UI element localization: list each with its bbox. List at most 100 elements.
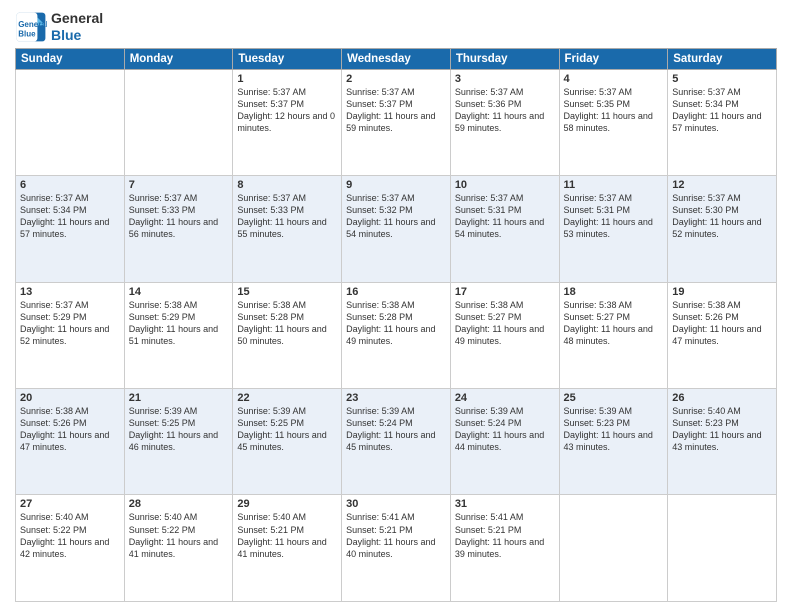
day-info: Sunrise: 5:38 AM Sunset: 5:28 PM Dayligh… bbox=[237, 299, 337, 348]
calendar-cell: 3Sunrise: 5:37 AM Sunset: 5:36 PM Daylig… bbox=[450, 69, 559, 175]
day-number: 29 bbox=[237, 498, 337, 510]
day-info: Sunrise: 5:38 AM Sunset: 5:26 PM Dayligh… bbox=[672, 299, 772, 348]
day-number: 31 bbox=[455, 498, 555, 510]
calendar-cell: 12Sunrise: 5:37 AM Sunset: 5:30 PM Dayli… bbox=[668, 176, 777, 282]
calendar-cell bbox=[559, 495, 668, 602]
logo-icon: General Blue bbox=[15, 11, 47, 43]
calendar-header-sunday: Sunday bbox=[16, 48, 125, 69]
calendar-cell: 26Sunrise: 5:40 AM Sunset: 5:23 PM Dayli… bbox=[668, 389, 777, 495]
day-info: Sunrise: 5:37 AM Sunset: 5:34 PM Dayligh… bbox=[672, 86, 772, 135]
calendar-header-friday: Friday bbox=[559, 48, 668, 69]
day-info: Sunrise: 5:37 AM Sunset: 5:31 PM Dayligh… bbox=[455, 192, 555, 241]
day-info: Sunrise: 5:39 AM Sunset: 5:23 PM Dayligh… bbox=[564, 405, 664, 454]
day-number: 18 bbox=[564, 286, 664, 298]
day-info: Sunrise: 5:37 AM Sunset: 5:33 PM Dayligh… bbox=[129, 192, 229, 241]
calendar-cell: 2Sunrise: 5:37 AM Sunset: 5:37 PM Daylig… bbox=[342, 69, 451, 175]
day-info: Sunrise: 5:38 AM Sunset: 5:27 PM Dayligh… bbox=[455, 299, 555, 348]
day-number: 1 bbox=[237, 73, 337, 85]
day-info: Sunrise: 5:38 AM Sunset: 5:26 PM Dayligh… bbox=[20, 405, 120, 454]
day-number: 2 bbox=[346, 73, 446, 85]
day-info: Sunrise: 5:37 AM Sunset: 5:36 PM Dayligh… bbox=[455, 86, 555, 135]
calendar-cell: 4Sunrise: 5:37 AM Sunset: 5:35 PM Daylig… bbox=[559, 69, 668, 175]
day-info: Sunrise: 5:41 AM Sunset: 5:21 PM Dayligh… bbox=[346, 511, 446, 560]
day-number: 23 bbox=[346, 392, 446, 404]
calendar-cell: 25Sunrise: 5:39 AM Sunset: 5:23 PM Dayli… bbox=[559, 389, 668, 495]
calendar-cell: 16Sunrise: 5:38 AM Sunset: 5:28 PM Dayli… bbox=[342, 282, 451, 388]
calendar-cell: 11Sunrise: 5:37 AM Sunset: 5:31 PM Dayli… bbox=[559, 176, 668, 282]
calendar-cell: 15Sunrise: 5:38 AM Sunset: 5:28 PM Dayli… bbox=[233, 282, 342, 388]
day-info: Sunrise: 5:37 AM Sunset: 5:37 PM Dayligh… bbox=[237, 86, 337, 135]
page: General Blue General Blue SundayMondayTu… bbox=[0, 0, 792, 612]
calendar-cell: 20Sunrise: 5:38 AM Sunset: 5:26 PM Dayli… bbox=[16, 389, 125, 495]
day-number: 9 bbox=[346, 179, 446, 191]
day-info: Sunrise: 5:40 AM Sunset: 5:22 PM Dayligh… bbox=[129, 511, 229, 560]
day-number: 24 bbox=[455, 392, 555, 404]
day-number: 25 bbox=[564, 392, 664, 404]
day-number: 26 bbox=[672, 392, 772, 404]
day-number: 27 bbox=[20, 498, 120, 510]
day-number: 30 bbox=[346, 498, 446, 510]
day-info: Sunrise: 5:38 AM Sunset: 5:29 PM Dayligh… bbox=[129, 299, 229, 348]
day-info: Sunrise: 5:39 AM Sunset: 5:24 PM Dayligh… bbox=[346, 405, 446, 454]
day-info: Sunrise: 5:40 AM Sunset: 5:23 PM Dayligh… bbox=[672, 405, 772, 454]
day-info: Sunrise: 5:41 AM Sunset: 5:21 PM Dayligh… bbox=[455, 511, 555, 560]
day-number: 28 bbox=[129, 498, 229, 510]
calendar-cell: 28Sunrise: 5:40 AM Sunset: 5:22 PM Dayli… bbox=[124, 495, 233, 602]
day-number: 3 bbox=[455, 73, 555, 85]
day-number: 12 bbox=[672, 179, 772, 191]
day-number: 7 bbox=[129, 179, 229, 191]
logo: General Blue General Blue bbox=[15, 10, 103, 44]
calendar-cell: 8Sunrise: 5:37 AM Sunset: 5:33 PM Daylig… bbox=[233, 176, 342, 282]
calendar-week-4: 20Sunrise: 5:38 AM Sunset: 5:26 PM Dayli… bbox=[16, 389, 777, 495]
calendar-table: SundayMondayTuesdayWednesdayThursdayFrid… bbox=[15, 48, 777, 602]
calendar-header-thursday: Thursday bbox=[450, 48, 559, 69]
day-number: 21 bbox=[129, 392, 229, 404]
day-info: Sunrise: 5:37 AM Sunset: 5:37 PM Dayligh… bbox=[346, 86, 446, 135]
calendar-cell: 21Sunrise: 5:39 AM Sunset: 5:25 PM Dayli… bbox=[124, 389, 233, 495]
calendar-cell: 5Sunrise: 5:37 AM Sunset: 5:34 PM Daylig… bbox=[668, 69, 777, 175]
day-info: Sunrise: 5:40 AM Sunset: 5:21 PM Dayligh… bbox=[237, 511, 337, 560]
calendar-cell: 31Sunrise: 5:41 AM Sunset: 5:21 PM Dayli… bbox=[450, 495, 559, 602]
svg-text:General: General bbox=[18, 20, 47, 29]
calendar-cell: 29Sunrise: 5:40 AM Sunset: 5:21 PM Dayli… bbox=[233, 495, 342, 602]
calendar-cell: 10Sunrise: 5:37 AM Sunset: 5:31 PM Dayli… bbox=[450, 176, 559, 282]
day-number: 14 bbox=[129, 286, 229, 298]
day-info: Sunrise: 5:39 AM Sunset: 5:25 PM Dayligh… bbox=[237, 405, 337, 454]
calendar-cell: 23Sunrise: 5:39 AM Sunset: 5:24 PM Dayli… bbox=[342, 389, 451, 495]
calendar-cell: 27Sunrise: 5:40 AM Sunset: 5:22 PM Dayli… bbox=[16, 495, 125, 602]
day-info: Sunrise: 5:38 AM Sunset: 5:28 PM Dayligh… bbox=[346, 299, 446, 348]
calendar-header-monday: Monday bbox=[124, 48, 233, 69]
day-info: Sunrise: 5:40 AM Sunset: 5:22 PM Dayligh… bbox=[20, 511, 120, 560]
day-info: Sunrise: 5:37 AM Sunset: 5:33 PM Dayligh… bbox=[237, 192, 337, 241]
day-number: 4 bbox=[564, 73, 664, 85]
calendar-cell: 18Sunrise: 5:38 AM Sunset: 5:27 PM Dayli… bbox=[559, 282, 668, 388]
calendar-header-row: SundayMondayTuesdayWednesdayThursdayFrid… bbox=[16, 48, 777, 69]
calendar-week-2: 6Sunrise: 5:37 AM Sunset: 5:34 PM Daylig… bbox=[16, 176, 777, 282]
calendar-cell: 24Sunrise: 5:39 AM Sunset: 5:24 PM Dayli… bbox=[450, 389, 559, 495]
calendar-week-3: 13Sunrise: 5:37 AM Sunset: 5:29 PM Dayli… bbox=[16, 282, 777, 388]
day-number: 13 bbox=[20, 286, 120, 298]
day-info: Sunrise: 5:37 AM Sunset: 5:34 PM Dayligh… bbox=[20, 192, 120, 241]
day-number: 19 bbox=[672, 286, 772, 298]
day-info: Sunrise: 5:37 AM Sunset: 5:31 PM Dayligh… bbox=[564, 192, 664, 241]
day-info: Sunrise: 5:37 AM Sunset: 5:29 PM Dayligh… bbox=[20, 299, 120, 348]
day-number: 20 bbox=[20, 392, 120, 404]
calendar-cell: 13Sunrise: 5:37 AM Sunset: 5:29 PM Dayli… bbox=[16, 282, 125, 388]
calendar-header-tuesday: Tuesday bbox=[233, 48, 342, 69]
header: General Blue General Blue bbox=[15, 10, 777, 44]
day-info: Sunrise: 5:39 AM Sunset: 5:25 PM Dayligh… bbox=[129, 405, 229, 454]
day-info: Sunrise: 5:39 AM Sunset: 5:24 PM Dayligh… bbox=[455, 405, 555, 454]
calendar-cell: 30Sunrise: 5:41 AM Sunset: 5:21 PM Dayli… bbox=[342, 495, 451, 602]
day-info: Sunrise: 5:37 AM Sunset: 5:32 PM Dayligh… bbox=[346, 192, 446, 241]
calendar-cell bbox=[124, 69, 233, 175]
day-info: Sunrise: 5:38 AM Sunset: 5:27 PM Dayligh… bbox=[564, 299, 664, 348]
calendar-cell: 6Sunrise: 5:37 AM Sunset: 5:34 PM Daylig… bbox=[16, 176, 125, 282]
day-number: 8 bbox=[237, 179, 337, 191]
calendar-cell: 1Sunrise: 5:37 AM Sunset: 5:37 PM Daylig… bbox=[233, 69, 342, 175]
day-number: 6 bbox=[20, 179, 120, 191]
day-number: 5 bbox=[672, 73, 772, 85]
svg-text:Blue: Blue bbox=[18, 29, 36, 38]
calendar-cell bbox=[668, 495, 777, 602]
calendar-header-wednesday: Wednesday bbox=[342, 48, 451, 69]
calendar-cell: 7Sunrise: 5:37 AM Sunset: 5:33 PM Daylig… bbox=[124, 176, 233, 282]
